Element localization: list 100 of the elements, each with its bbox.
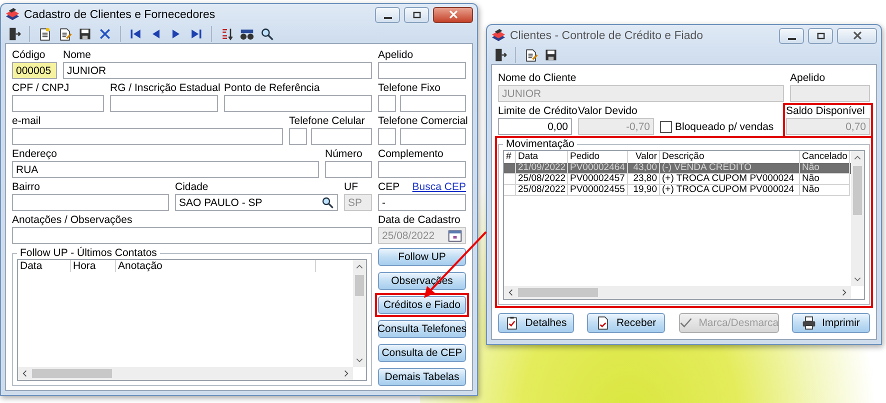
- delete-icon[interactable]: [98, 27, 112, 41]
- window-title: Clientes - Controle de Crédito e Fiado: [510, 30, 704, 42]
- text-field[interactable]: JUNIOR: [63, 62, 372, 79]
- text-field[interactable]: -: [378, 194, 466, 211]
- scroll-thumb[interactable]: [518, 288, 598, 297]
- text-field[interactable]: [378, 161, 466, 178]
- action-button[interactable]: Detalhes: [498, 313, 574, 333]
- action-button[interactable]: Consulta Telefones: [378, 320, 466, 338]
- field-label: Bairro: [12, 182, 40, 193]
- column-header[interactable]: Anotação: [116, 260, 316, 272]
- area-code-field[interactable]: [378, 95, 396, 112]
- text-field[interactable]: 0,00: [498, 118, 572, 135]
- minimize-icon: [788, 38, 796, 40]
- vertical-scrollbar[interactable]: [851, 151, 864, 286]
- scroll-thumb[interactable]: [32, 369, 112, 378]
- table-cell: 19,90: [628, 185, 660, 196]
- table-cell: PV00002455: [568, 185, 628, 196]
- text-field[interactable]: [12, 227, 372, 244]
- text-field[interactable]: [378, 62, 466, 79]
- field-label: Telefone Comercial: [378, 116, 468, 127]
- scroll-right-icon[interactable]: [342, 369, 351, 378]
- action-button[interactable]: Demais Tabelas: [378, 368, 466, 386]
- exit-icon[interactable]: [493, 48, 507, 62]
- save-icon[interactable]: [544, 48, 558, 62]
- scroll-down-icon[interactable]: [853, 275, 862, 284]
- window-title: Cadastro de Clientes e Fornecedores: [24, 8, 216, 20]
- check-icon: [678, 316, 693, 330]
- action-button[interactable]: Créditos e Fiado: [378, 296, 466, 314]
- minimize-button[interactable]: [779, 28, 804, 44]
- field-label: Apelido: [790, 73, 826, 84]
- group-title: Follow UP - Últimos Contatos: [19, 248, 158, 259]
- field-label: Número: [325, 149, 362, 160]
- table-cell: 23,80: [628, 174, 660, 185]
- vertical-scrollbar[interactable]: [353, 260, 366, 367]
- action-button[interactable]: Imprimir: [792, 313, 870, 333]
- search-icon[interactable]: [321, 196, 334, 209]
- table-cell: (-) VENDA CRÉDITO: [660, 163, 800, 174]
- scroll-thumb[interactable]: [853, 166, 862, 215]
- maximize-button[interactable]: [404, 6, 429, 22]
- text-field[interactable]: [224, 95, 372, 112]
- table-row[interactable]: 25/08/2022 PV00002457 23,80 (+) TROCA CUPOM PV000024 Não: [504, 174, 851, 185]
- field-label: RG / Inscrição Estadual: [110, 83, 220, 94]
- table-cell: PV00002464: [568, 163, 628, 174]
- text-field[interactable]: [325, 161, 372, 178]
- table-cell: (+) TROCA CUPOM PV000024: [660, 185, 800, 196]
- action-button[interactable]: Consulta de CEP: [378, 344, 466, 362]
- field-label: UF: [344, 182, 358, 193]
- field-label: Anotações / Observações: [12, 215, 132, 226]
- text-field[interactable]: RUA: [12, 161, 319, 178]
- scroll-up-icon[interactable]: [853, 153, 862, 162]
- exit-icon[interactable]: [7, 27, 21, 41]
- text-field[interactable]: [12, 128, 283, 145]
- checkbox-label: Bloqueado p/ vendas: [675, 120, 774, 132]
- scroll-right-icon[interactable]: [840, 288, 849, 297]
- last-record-icon[interactable]: [189, 27, 203, 41]
- field-label: Ponto de Referência: [224, 83, 320, 94]
- phone-number-field[interactable]: [400, 128, 466, 145]
- column-header[interactable]: Data: [18, 260, 71, 272]
- field-label: Endereço: [12, 149, 57, 160]
- scroll-up-icon[interactable]: [355, 262, 364, 271]
- close-icon: [448, 9, 458, 20]
- scroll-left-icon[interactable]: [506, 288, 515, 297]
- text-field[interactable]: SAO PAULO - SP: [175, 194, 338, 211]
- edit-document-icon[interactable]: [58, 27, 72, 41]
- binoculars-icon[interactable]: [240, 27, 254, 41]
- action-button[interactable]: Receber: [587, 313, 666, 333]
- action-button[interactable]: Follow UP: [378, 248, 466, 266]
- edit-document-icon[interactable]: [524, 48, 538, 62]
- group-title: Movimentação: [505, 139, 576, 150]
- first-record-icon[interactable]: [129, 27, 143, 41]
- horizontal-scrollbar[interactable]: [504, 286, 851, 299]
- new-document-icon[interactable]: [38, 27, 52, 41]
- area-code-field[interactable]: [289, 128, 307, 145]
- checkbox[interactable]: [660, 120, 672, 132]
- printer-icon: [802, 316, 816, 330]
- lookup-link[interactable]: Busca CEP: [412, 182, 466, 193]
- text-field[interactable]: [12, 194, 169, 211]
- table-row[interactable]: 25/08/2022 PV00002455 19,90 (+) TROCA CUPOM PV000024 Não: [504, 185, 851, 196]
- scroll-thumb[interactable]: [355, 275, 364, 296]
- text-field[interactable]: [110, 95, 218, 112]
- text-field[interactable]: 000005: [12, 62, 57, 79]
- table-cell: Não: [800, 163, 850, 174]
- table-cell: 25/08/2022: [516, 185, 568, 196]
- scroll-left-icon[interactable]: [20, 369, 29, 378]
- minimize-button[interactable]: [375, 6, 400, 22]
- phone-number-field[interactable]: [311, 128, 372, 145]
- search-icon[interactable]: [260, 27, 274, 41]
- close-button[interactable]: [433, 6, 473, 22]
- area-code-field[interactable]: [378, 128, 396, 145]
- field-label: Data de Cadastro: [378, 215, 460, 226]
- close-button[interactable]: [837, 28, 877, 44]
- column-header[interactable]: Hora: [71, 260, 116, 272]
- scroll-down-icon[interactable]: [355, 356, 364, 365]
- horizontal-scrollbar[interactable]: [18, 367, 353, 380]
- document-check-icon: [596, 316, 610, 330]
- text-field[interactable]: [12, 95, 104, 112]
- sort-icon[interactable]: [220, 27, 234, 41]
- save-icon[interactable]: [78, 27, 92, 41]
- phone-number-field[interactable]: [400, 95, 466, 112]
- maximize-button[interactable]: [808, 28, 833, 44]
